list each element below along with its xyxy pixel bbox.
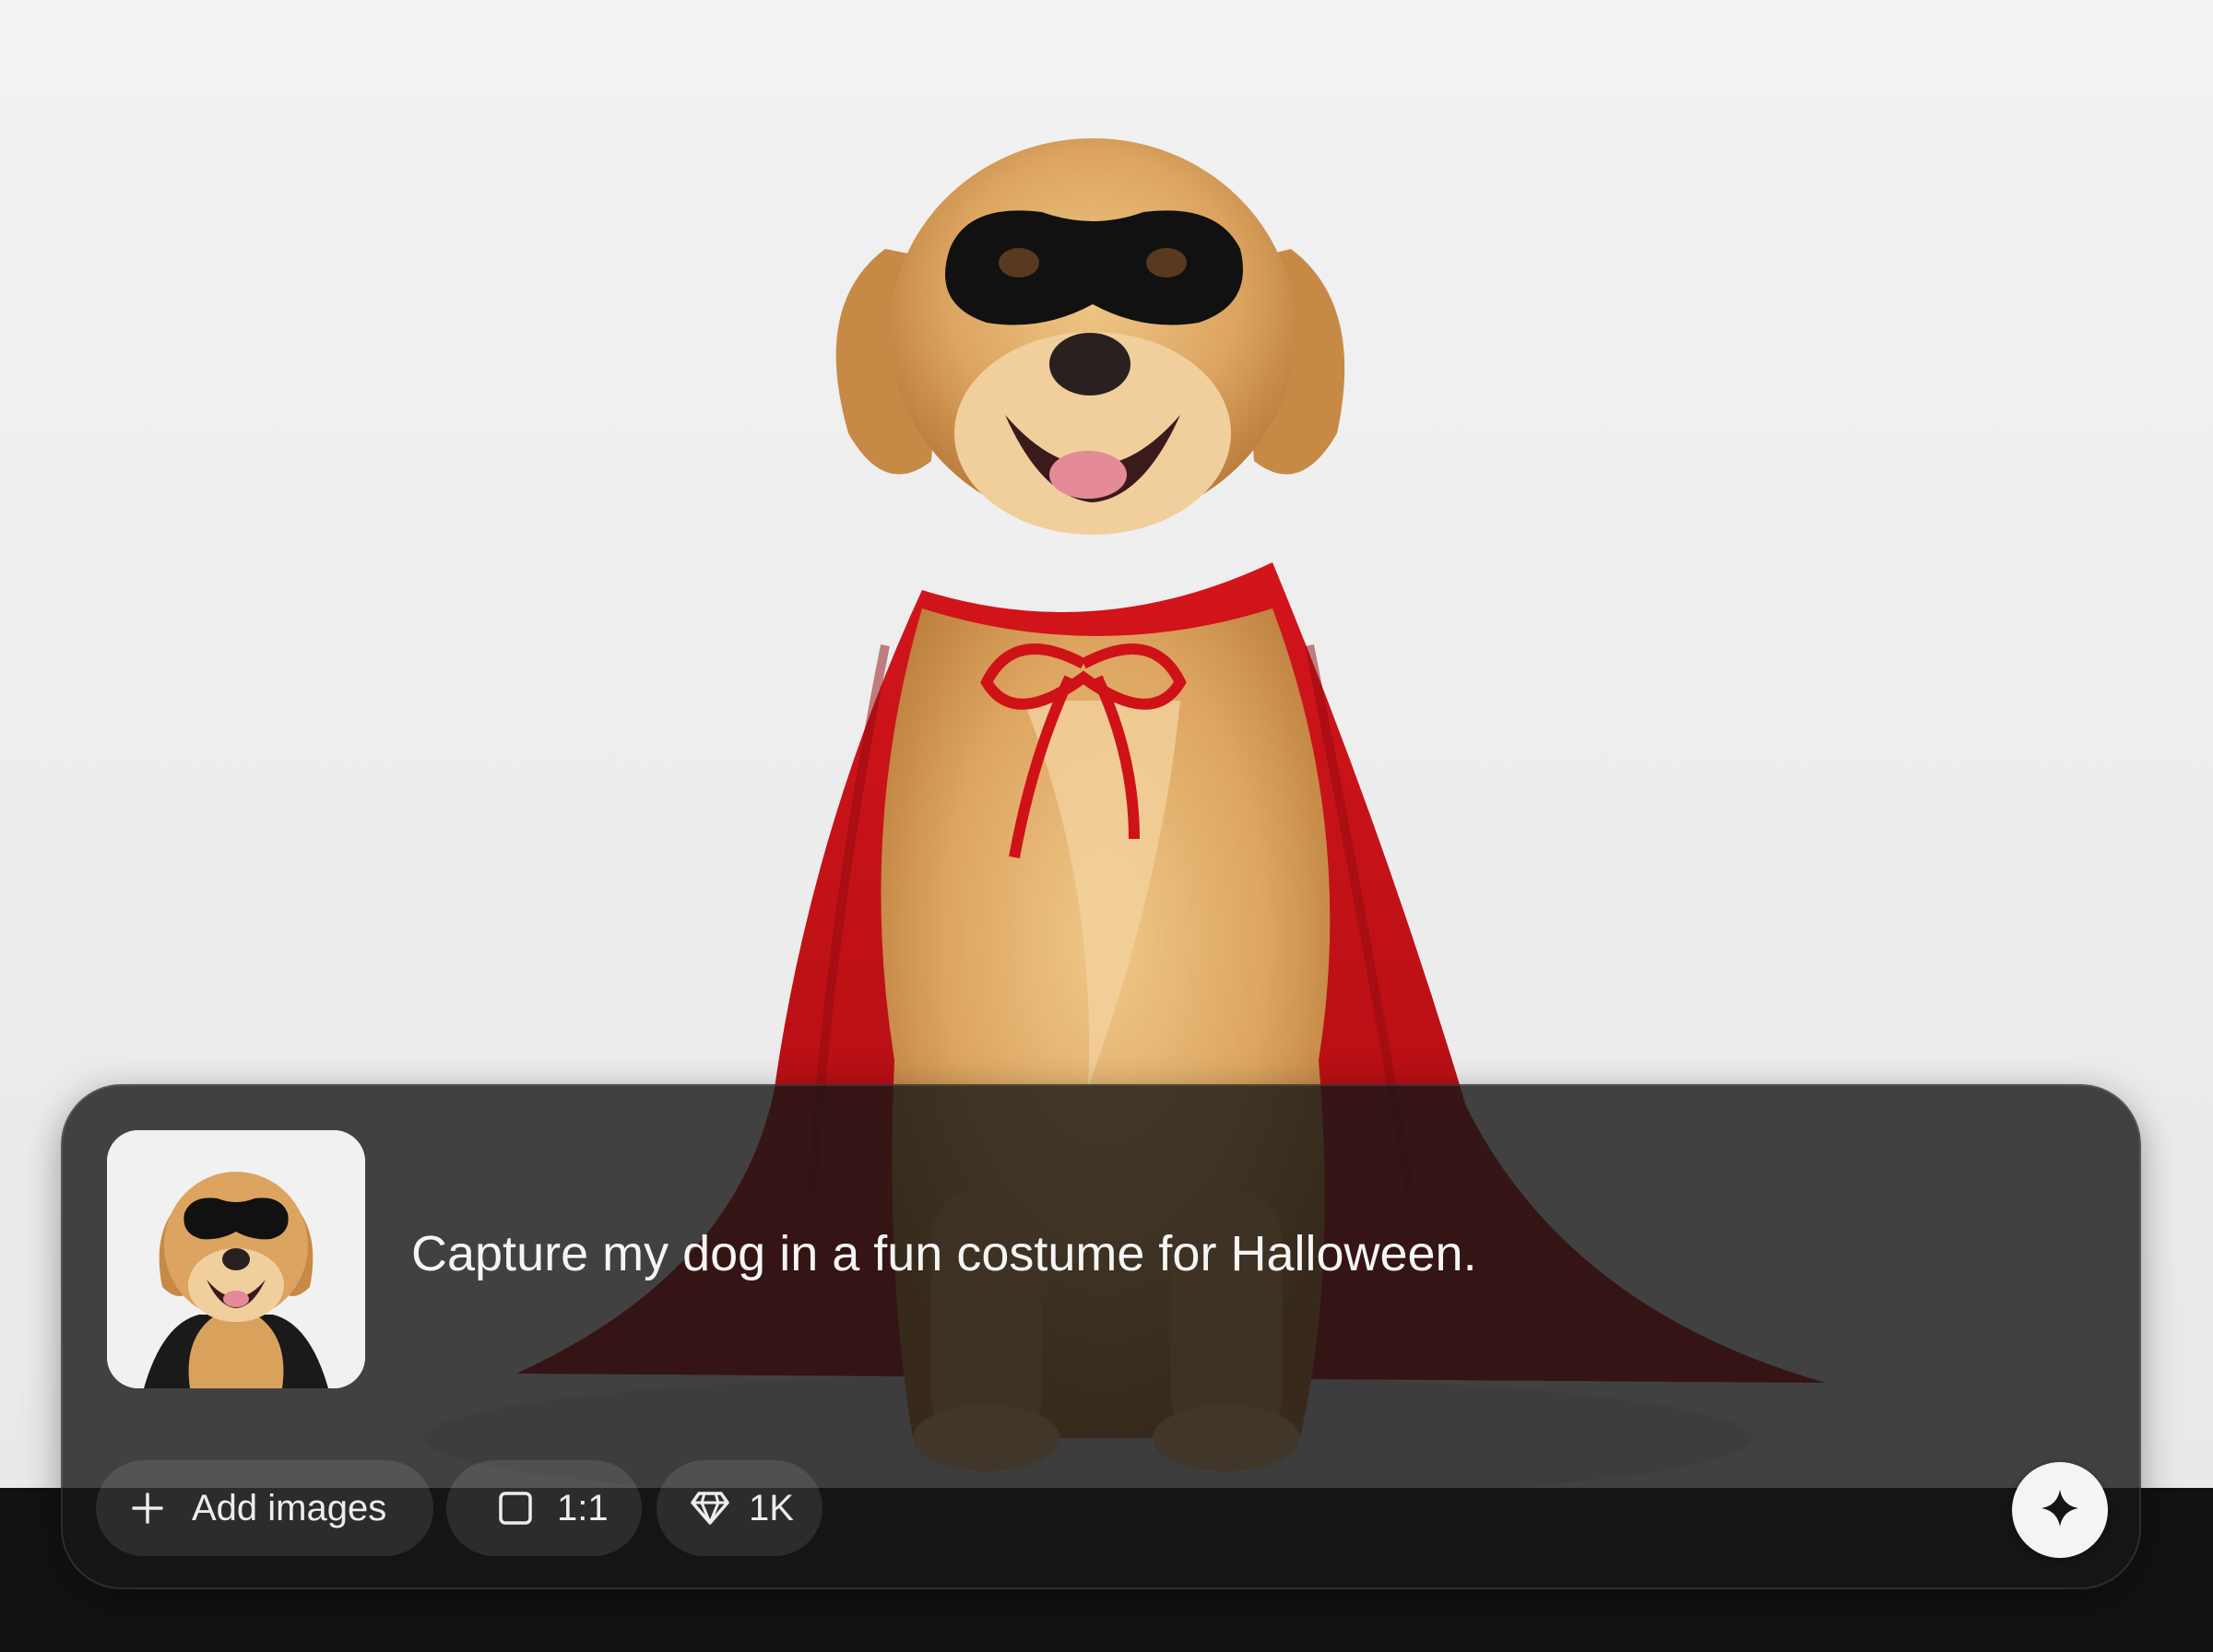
prompt-text[interactable]: Capture my dog in a fun costume for Hall… — [411, 1224, 1979, 1283]
add-images-button[interactable]: Add images — [96, 1460, 433, 1556]
generate-button[interactable] — [2012, 1462, 2108, 1558]
plus-icon — [131, 1492, 164, 1525]
aspect-ratio-button[interactable]: 1:1 — [446, 1460, 642, 1556]
prompt-composer: Capture my dog in a fun costume for Hall… — [61, 1084, 2141, 1589]
reference-image-thumbnail[interactable] — [107, 1130, 365, 1388]
sparkle-icon — [2040, 1488, 2080, 1533]
resolution-button[interactable]: 1K — [657, 1460, 822, 1556]
dog-thumbnail-image — [107, 1130, 365, 1388]
aspect-ratio-label: 1:1 — [557, 1487, 609, 1528]
diamond-icon — [690, 1490, 730, 1527]
square-icon — [498, 1491, 533, 1526]
add-images-label: Add images — [192, 1487, 387, 1528]
resolution-label: 1K — [749, 1487, 794, 1528]
